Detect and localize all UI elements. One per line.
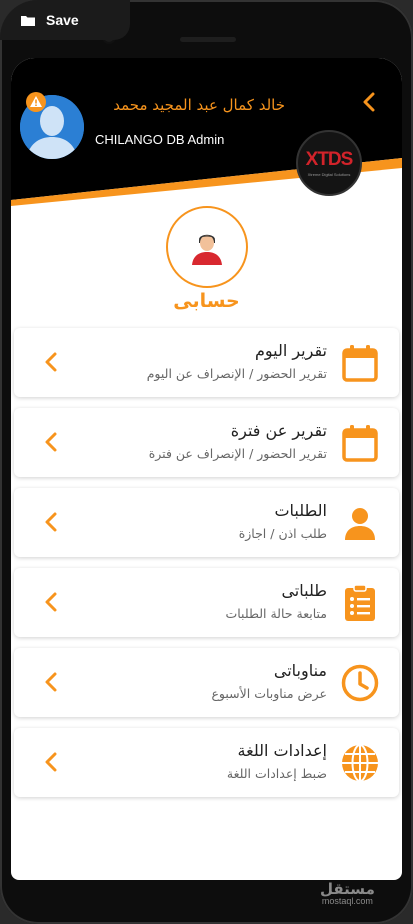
logo-text: XTDS bbox=[305, 149, 354, 170]
alert-badge-icon[interactable] bbox=[25, 91, 47, 113]
folder-icon bbox=[21, 15, 35, 26]
menu-item-subtitle: متابعة حالة الطلبات bbox=[225, 606, 327, 621]
chevron-left-icon bbox=[45, 672, 57, 692]
person-icon bbox=[345, 508, 375, 540]
save-label: Save bbox=[46, 12, 79, 28]
menu-item-shifts[interactable]: مناوباتى عرض مناوبات الأسبوع bbox=[14, 648, 399, 717]
menu-item-title: تقرير اليوم bbox=[254, 341, 327, 360]
user-role: CHILANGO DB Admin bbox=[95, 132, 225, 147]
menu-item-title: مناوباتى bbox=[273, 661, 327, 680]
menu-item-title: طلباتى bbox=[281, 581, 327, 600]
watermark-url: mostaql.com bbox=[321, 896, 373, 906]
logo-subtext: Xtreme Digital Solutions bbox=[307, 172, 351, 177]
profile-avatar[interactable] bbox=[166, 206, 248, 288]
chevron-left-icon bbox=[45, 592, 57, 612]
app-screen: خالد كمال عبد المجيد محمد CHILANGO DB Ad… bbox=[11, 58, 402, 880]
menu-item-title: الطلبات bbox=[274, 501, 327, 520]
chevron-left-icon bbox=[45, 432, 57, 452]
clipboard-list-icon bbox=[345, 584, 375, 621]
phone-frame: Save خالد كمال عبد المجيد محمد CHILANGO … bbox=[0, 0, 413, 924]
person-avatar-icon bbox=[192, 234, 222, 265]
chevron-left-icon bbox=[45, 512, 57, 532]
menu-item-title: تقرير عن فترة bbox=[230, 421, 327, 440]
menu-item-subtitle: طلب اذن / اجازة bbox=[238, 526, 327, 541]
calendar-icon bbox=[342, 425, 378, 462]
profile-title: حسابى bbox=[173, 290, 240, 312]
calendar-icon bbox=[342, 345, 378, 382]
menu-list: تقرير اليوم تقرير الحضور / الإنصراف عن ا… bbox=[14, 328, 399, 808]
menu-item-subtitle: ضبط إعدادات اللغة bbox=[226, 766, 327, 781]
company-logo: XTDS Xtreme Digital Solutions bbox=[296, 130, 362, 196]
profile-header: خالد كمال عبد المجيد محمد CHILANGO DB Ad… bbox=[11, 58, 402, 208]
earpiece-speaker bbox=[180, 37, 236, 42]
clock-icon bbox=[341, 664, 379, 702]
menu-item-title: إعدادات اللغة bbox=[237, 741, 327, 760]
menu-item-subtitle: عرض مناوبات الأسبوع bbox=[211, 686, 327, 701]
menu-item-subtitle: تقرير الحضور / الإنصراف عن فترة bbox=[148, 446, 327, 461]
chevron-left-icon bbox=[45, 752, 57, 772]
menu-item-subtitle: تقرير الحضور / الإنصراف عن اليوم bbox=[146, 366, 327, 381]
watermark: مستقل mostaql.com bbox=[320, 880, 375, 906]
back-chevron-icon[interactable] bbox=[361, 92, 377, 112]
menu-item-my-requests[interactable]: طلباتى متابعة حالة الطلبات bbox=[14, 568, 399, 637]
menu-item-period-report[interactable]: تقرير عن فترة تقرير الحضور / الإنصراف عن… bbox=[14, 408, 399, 477]
menu-item-requests[interactable]: الطلبات طلب اذن / اجازة bbox=[14, 488, 399, 557]
save-button[interactable]: Save bbox=[0, 0, 130, 40]
globe-icon bbox=[342, 744, 378, 782]
menu-item-today-report[interactable]: تقرير اليوم تقرير الحضور / الإنصراف عن ا… bbox=[14, 328, 399, 397]
menu-item-language-settings[interactable]: إعدادات اللغة ضبط إعدادات اللغة bbox=[14, 728, 399, 797]
chevron-left-icon bbox=[45, 352, 57, 372]
user-name: خالد كمال عبد المجيد محمد bbox=[113, 96, 285, 114]
